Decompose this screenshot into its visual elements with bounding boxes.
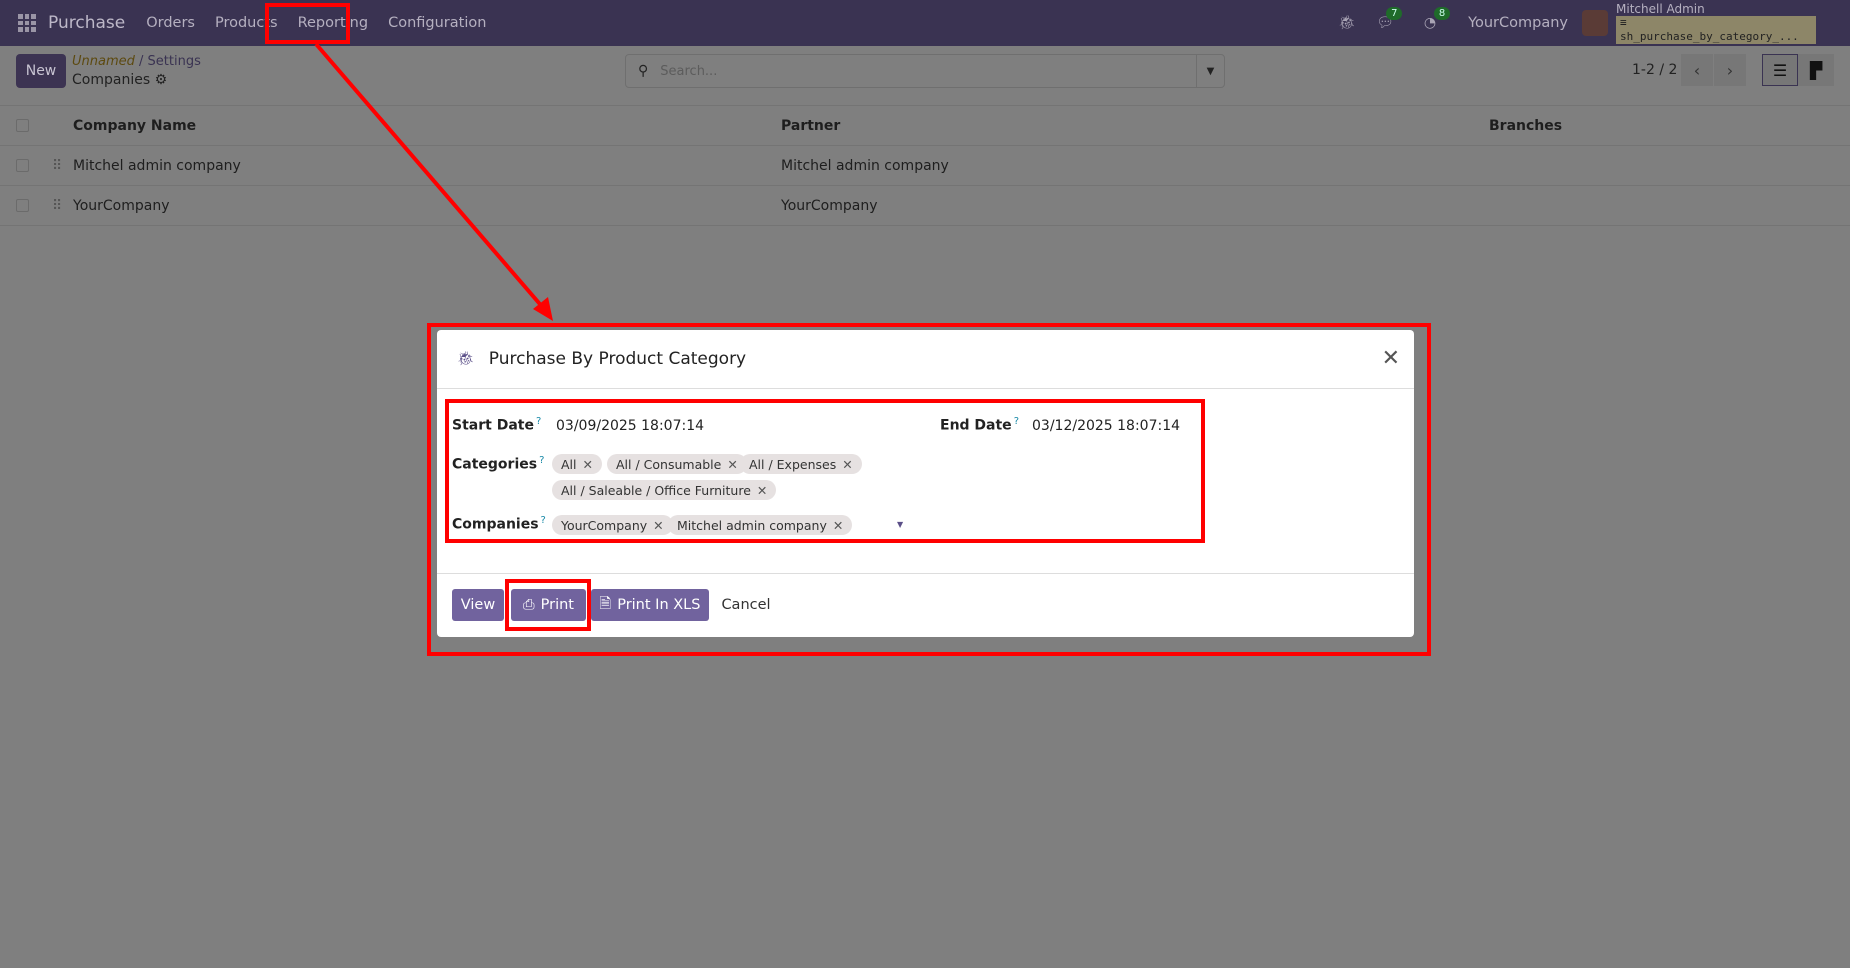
annotation-arrow [314, 42, 553, 321]
